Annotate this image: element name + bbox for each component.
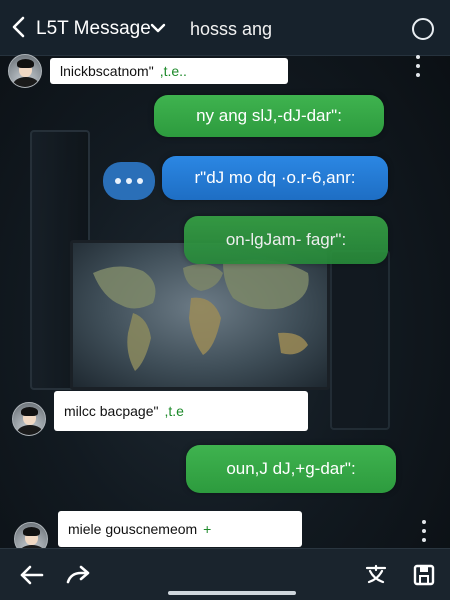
message-text: milcc bacpage" <box>64 403 159 419</box>
message-extra: ,t.e.. <box>159 63 187 79</box>
outgoing-message-bubble[interactable]: on-lgJam- fagr": <box>184 216 388 264</box>
avatar[interactable] <box>8 54 42 88</box>
message-thread-screen: L5T Message hosss ang lnickbscatnom" ,t.… <box>0 0 450 600</box>
avatar[interactable] <box>12 402 46 436</box>
chevron-down-icon <box>150 23 166 33</box>
message-text: oun,J dJ,+g-dar": <box>226 459 356 478</box>
message-extra: ,t.e <box>164 403 184 419</box>
save-button[interactable] <box>410 561 438 589</box>
reply-arrow-icon <box>20 565 44 585</box>
forward-arrow-icon <box>66 565 90 584</box>
message-options-icon[interactable] <box>421 520 427 542</box>
message-text: miele gouscnemeom <box>68 521 198 537</box>
back-button[interactable] <box>8 14 30 40</box>
outgoing-message-bubble[interactable]: oun,J dJ,+g-dar": <box>186 445 396 493</box>
outgoing-message-bubble[interactable]: r"dJ mo dq ·o.r-6,anr: <box>162 156 388 200</box>
incoming-message-bubble[interactable]: miele gouscnemeom + <box>58 511 302 547</box>
message-text: ny ang slJ,-dJ-dar": <box>196 106 342 125</box>
background-frame <box>330 250 390 430</box>
header-title[interactable]: L5T Message <box>36 18 151 40</box>
message-text: lnickbscatnom" <box>60 63 154 79</box>
message-text: on-lgJam- fagr": <box>225 230 347 249</box>
info-circle-icon[interactable] <box>412 18 434 40</box>
home-indicator[interactable] <box>168 591 296 595</box>
title-dropdown-button[interactable] <box>150 20 166 36</box>
outgoing-message-bubble[interactable]: ny ang slJ,-dJ-dar": <box>154 95 384 137</box>
reply-button[interactable] <box>18 561 46 589</box>
translate-button[interactable] <box>362 561 390 589</box>
message-options-icon[interactable] <box>415 55 421 77</box>
contact-name[interactable]: hosss ang <box>190 19 272 40</box>
incoming-message-bubble[interactable]: milcc bacpage" ,t.e <box>54 391 308 431</box>
message-text: r"dJ mo dq ·o.r-6,anr: <box>194 168 356 187</box>
translate-icon <box>365 564 387 584</box>
incoming-message-bubble[interactable]: lnickbscatnom" ,t.e.. <box>50 58 288 84</box>
message-extra: + <box>203 521 212 537</box>
save-icon <box>413 564 435 586</box>
conversation-header: L5T Message hosss ang <box>0 0 450 56</box>
chevron-left-icon <box>12 16 25 38</box>
typing-indicator <box>103 162 155 200</box>
world-map-graphic <box>93 259 309 371</box>
forward-button[interactable] <box>64 561 92 589</box>
